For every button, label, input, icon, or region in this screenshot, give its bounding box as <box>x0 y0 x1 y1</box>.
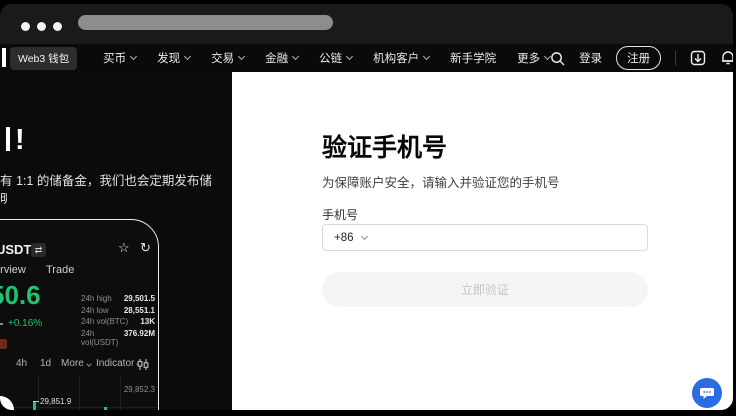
nav-item-discover[interactable]: 发现 <box>157 50 190 66</box>
live-chat-button[interactable] <box>692 378 722 408</box>
phone-number-label: 手机号 <box>322 206 358 223</box>
stat-row: 24h vol(USDT)376.92M <box>81 329 155 341</box>
chevron-down-icon <box>130 53 137 60</box>
nav-item-label: 公链 <box>319 50 342 66</box>
chevron-down-icon <box>86 361 92 367</box>
menu-label: More <box>61 358 84 369</box>
price-change-percent: +0.16% <box>8 318 42 329</box>
site-logo[interactable] <box>2 48 6 67</box>
nav-item-label: 金融 <box>265 50 288 66</box>
browser-titlebar <box>0 4 733 44</box>
clipped-glyph-bar <box>6 127 10 151</box>
download-app-icon[interactable] <box>690 50 706 66</box>
nav-item-institutional[interactable]: 机构客户 <box>373 50 429 66</box>
swap-pair-icon[interactable]: ⇄ <box>31 243 46 257</box>
order-badge <box>0 339 7 349</box>
volume-bar <box>104 407 107 410</box>
refresh-icon[interactable]: ↻ <box>140 240 151 256</box>
hero-heading-fragment: ! <box>6 124 25 157</box>
timeframe-label: 4h <box>16 358 27 369</box>
nav-item-more[interactable]: 更多 <box>517 50 550 66</box>
nav-item-label: 新手学院 <box>450 50 496 66</box>
chart-more-menu[interactable]: More <box>61 358 91 369</box>
stat-label: 24h vol(BTC) <box>81 317 128 329</box>
nav-item-label: 更多 <box>517 50 540 66</box>
chevron-down-icon <box>292 53 299 60</box>
volume-bar <box>33 402 36 410</box>
nav-item-trade[interactable]: 交易 <box>211 50 244 66</box>
chat-bubble-icon <box>699 385 715 401</box>
page-subtitle: 为保障账户安全，请输入并验证您的手机号 <box>322 172 560 191</box>
verify-phone-panel: 验证手机号 为保障账户安全，请输入并验证您的手机号 手机号 +86 立即验证 <box>232 72 733 410</box>
chevron-down-icon <box>360 232 367 239</box>
page-title: 验证手机号 <box>322 128 447 164</box>
volume-bars <box>0 375 158 410</box>
nav-item-label: 交易 <box>211 50 234 66</box>
register-button[interactable]: 注册 <box>616 46 661 70</box>
timeframe-label: 1d <box>40 358 51 369</box>
window-control-dot[interactable] <box>37 22 46 31</box>
stat-value: 28,551.1 <box>124 306 155 318</box>
hero-text-line2: 明 <box>0 188 7 207</box>
last-price: 50.6 <box>0 280 41 311</box>
tab-trade[interactable]: Trade <box>46 264 74 276</box>
notifications-bell-icon[interactable] <box>720 50 733 66</box>
stat-label: 24h high <box>81 294 112 306</box>
browser-window: Web3 钱包 买币 发现 交易 金融 公链 机构客户 新手学院 更多 登录 注… <box>0 4 733 410</box>
nav-item-chain[interactable]: 公链 <box>319 50 352 66</box>
nav-item-academy[interactable]: 新手学院 <box>450 50 496 66</box>
timeframe-1d[interactable]: 1d <box>40 358 51 369</box>
nav-item-label: 机构客户 <box>373 50 419 66</box>
hero-text-line1: 有 1:1 的储备金，我们也会定期发布储 <box>0 170 232 189</box>
stat-row: 24h high 29,501.5 <box>81 294 155 306</box>
chevron-down-icon <box>346 53 353 60</box>
stat-row: 24h vol(BTC) 13K <box>81 317 155 329</box>
phone-trading-mockup: USDT ⇄ ☆ ↻ Overview Trade 50.6 +0.16% 24… <box>0 219 159 410</box>
page-content: ! 有 1:1 的储备金，我们也会定期发布储 明 USDT ⇄ ☆ ↻ Over… <box>0 72 733 410</box>
market-stats: 24h high 29,501.5 24h low 28,551.1 24h vol… <box>81 294 155 340</box>
nav-item-label: 发现 <box>157 50 180 66</box>
timeframe-4h[interactable]: 4h <box>16 358 27 369</box>
chevron-down-icon <box>184 53 191 60</box>
menu-label: Indicator <box>96 358 134 369</box>
phone-number-input[interactable]: +86 <box>322 224 648 251</box>
stat-value: 376.92M <box>124 329 155 341</box>
stat-label: 24h vol(USDT) <box>81 329 124 341</box>
tab-overview[interactable]: Overview <box>0 264 26 276</box>
nav-item-buy-crypto[interactable]: 买币 <box>103 50 136 66</box>
chevron-down-icon <box>423 53 430 60</box>
stat-label: 24h low <box>81 306 109 318</box>
verify-now-button[interactable]: 立即验证 <box>322 272 648 307</box>
address-bar[interactable] <box>78 15 333 30</box>
site-navbar: Web3 钱包 买币 发现 交易 金融 公链 机构客户 新手学院 更多 登录 注… <box>0 44 733 72</box>
chevron-down-icon <box>238 53 245 60</box>
stat-row: 24h low 28,551.1 <box>81 306 155 318</box>
candlestick-chart-icon[interactable] <box>137 359 149 370</box>
country-code-select[interactable]: +86 <box>334 232 354 244</box>
window-control-dot[interactable] <box>21 22 30 31</box>
chart-indicator-menu[interactable]: Indicator <box>96 358 141 369</box>
window-control-dot[interactable] <box>53 22 62 31</box>
login-link[interactable]: 登录 <box>579 50 602 66</box>
search-icon[interactable] <box>550 51 565 66</box>
nav-item-label: 买币 <box>103 50 126 66</box>
background-hero-section: ! 有 1:1 的储备金，我们也会定期发布储 明 USDT ⇄ ☆ ↻ Over… <box>0 72 232 410</box>
nav-items: 买币 发现 交易 金融 公链 机构客户 新手学院 更多 <box>103 50 550 66</box>
hero-exclaim-text: ! <box>15 124 25 157</box>
trading-pair-label: USDT <box>0 242 31 257</box>
screenshot-canvas: Web3 钱包 买币 发现 交易 金融 公链 机构客户 新手学院 更多 登录 注… <box>0 0 736 416</box>
nav-item-finance[interactable]: 金融 <box>265 50 298 66</box>
stat-value: 13K <box>140 317 155 329</box>
nav-right-group: 登录 注册 <box>550 46 733 70</box>
nav-divider <box>675 51 676 66</box>
clipped-text-fragment <box>0 323 3 325</box>
web3-wallet-button[interactable]: Web3 钱包 <box>10 47 77 70</box>
stat-value: 29,501.5 <box>124 294 155 306</box>
favorite-star-icon[interactable]: ☆ <box>118 240 130 256</box>
